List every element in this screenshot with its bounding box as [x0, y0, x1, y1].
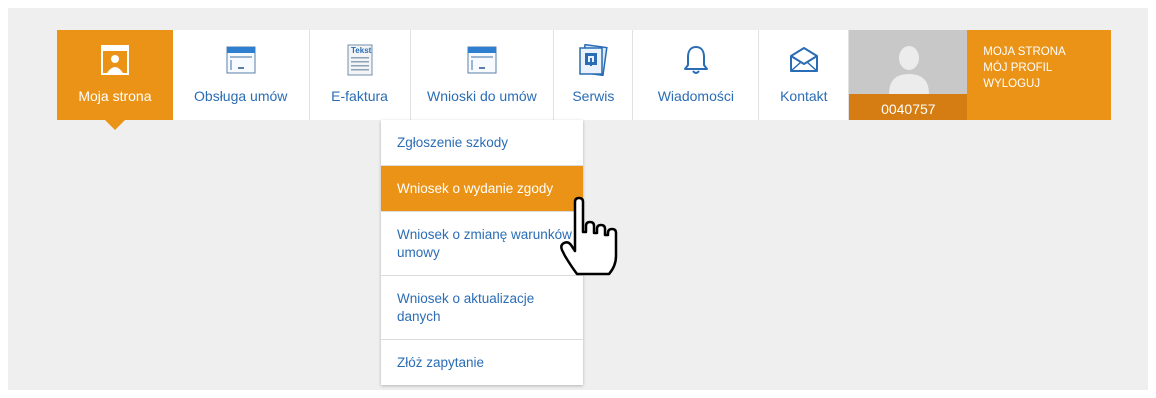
menu-item-zloz-zapytanie[interactable]: Złóż zapytanie: [381, 340, 583, 385]
main-nav: Moja strona Obsługa umów Tekst E-faktura…: [57, 30, 1112, 130]
nav-item-serwis[interactable]: Serwis: [554, 30, 634, 120]
wyloguj-link[interactable]: WYLOGUJ: [983, 76, 1111, 92]
nav-item-moja-strona[interactable]: Moja strona: [57, 30, 173, 130]
nav-label: Kontakt: [780, 88, 828, 104]
document-form-icon: [467, 42, 497, 78]
menu-item-wniosek-o-zmiane-warunkow[interactable]: Wniosek o zmianę warunków umowy: [381, 212, 583, 276]
moj-profil-link[interactable]: MÓJ PROFIL: [983, 60, 1111, 76]
nav-label: Wiadomości: [657, 88, 734, 104]
nav-item-wiadomosci[interactable]: Wiadomości: [633, 30, 760, 120]
menu-item-wniosek-o-wydanie-zgody[interactable]: Wniosek o wydanie zgody: [381, 166, 583, 212]
nav-label: Obsługa umów: [194, 88, 288, 104]
nav-item-obsluga-umow[interactable]: Obsługa umów: [172, 30, 310, 120]
text-document-icon: Tekst: [346, 42, 374, 78]
nav-label: E-faktura: [331, 88, 388, 104]
nav-item-kontakt[interactable]: Kontakt: [759, 30, 850, 120]
user-id: 0040757: [849, 94, 968, 120]
service-icon: [577, 42, 609, 78]
nav-label: Moja strona: [78, 88, 152, 104]
wnioski-dropdown-menu: Zgłoszenie szkody Wniosek o wydanie zgod…: [381, 120, 583, 385]
user-box[interactable]: 0040757: [849, 30, 968, 120]
moja-strona-icon: [100, 42, 129, 78]
active-caret: [104, 120, 125, 130]
document-form-icon: [226, 42, 256, 78]
avatar: [889, 42, 930, 99]
icon-text: Tekst: [351, 46, 372, 55]
nav-item-wnioski-do-umow[interactable]: Wnioski do umów: [410, 30, 555, 120]
envelope-icon: [788, 42, 820, 78]
menu-item-wniosek-o-aktualizacje-danych[interactable]: Wniosek o aktualizacje danych: [381, 276, 583, 340]
nav-label: Serwis: [572, 88, 615, 104]
hand-pointer-cursor-icon: [559, 196, 623, 285]
user-menu: MOJA STRONA MÓJ PROFIL WYLOGUJ: [967, 30, 1112, 120]
bell-icon: [682, 42, 710, 78]
nav-label: Wnioski do umów: [427, 88, 537, 104]
nav-item-e-faktura[interactable]: Tekst E-faktura: [309, 30, 411, 120]
moja-strona-link[interactable]: MOJA STRONA: [983, 44, 1111, 60]
menu-item-zgloszenie-szkody[interactable]: Zgłoszenie szkody: [381, 120, 583, 166]
